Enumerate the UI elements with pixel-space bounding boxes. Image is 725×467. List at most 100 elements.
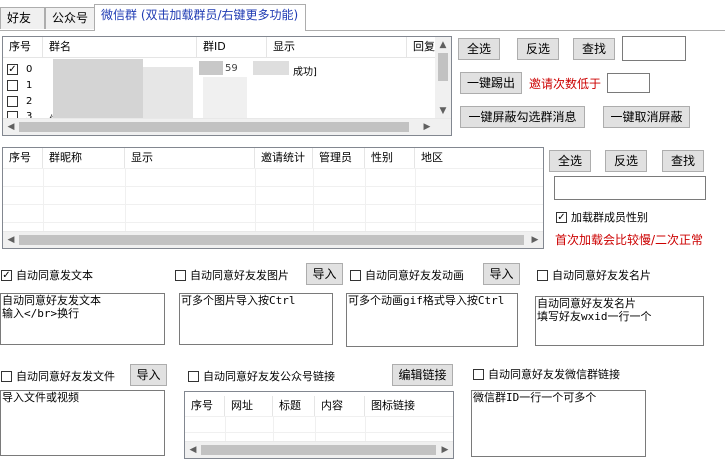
grid-line (225, 416, 226, 442)
unblock-all-button[interactable]: 一键取消屏蔽 (603, 106, 690, 128)
auto-official-link-label: 自动同意好友发公众号链接 (203, 370, 335, 383)
link-list[interactable]: 序号 网址 标题 内容 图标链接 ◀ ▶ (184, 391, 454, 459)
column-header-region[interactable]: 地区 (415, 148, 543, 168)
column-header-icon-link[interactable]: 图标链接 (365, 396, 453, 416)
scroll-right-icon[interactable]: ▶ (437, 442, 453, 458)
redacted-area (199, 61, 223, 75)
row-checkbox[interactable]: ✓ (7, 63, 18, 75)
auto-image-memo[interactable]: 可多个图片导入按Ctrl (179, 293, 333, 345)
scroll-left-icon[interactable]: ◀ (3, 232, 19, 248)
scroll-right-icon[interactable]: ▶ (527, 232, 543, 248)
column-header-gender[interactable]: 性别 (365, 148, 415, 168)
scroll-thumb[interactable] (201, 445, 436, 455)
column-header-url[interactable]: 网址 (225, 396, 273, 416)
column-header-invite-stats[interactable]: 邀请统计 (255, 148, 313, 168)
auto-text-checkbox[interactable]: ✓ 自动同意发文本 (1, 267, 93, 283)
auto-file-memo[interactable]: 导入文件或视频 (0, 390, 165, 456)
column-header-nickname[interactable]: 群昵称 (43, 148, 125, 168)
import-image-button[interactable]: 导入 (306, 263, 343, 285)
column-header-display[interactable]: 显示 (267, 37, 407, 57)
auto-official-link-checkbox[interactable]: 自动同意好友发公众号链接 (188, 368, 335, 384)
group-list[interactable]: 序号 群名 群ID 显示 回复 ✓ 0 59 成功] 1 2 3 信 ▲ ▼ ◀… (2, 36, 452, 136)
scroll-down-icon[interactable]: ▼ (435, 103, 451, 119)
tab-friends[interactable]: 好友 (0, 7, 45, 29)
auto-group-link-memo[interactable]: 微信群ID一行一个可多个 (471, 390, 646, 457)
auto-card-memo[interactable]: 自动同意好友发名片 填写好友wxid一行一个 (535, 296, 704, 346)
row-checkbox[interactable] (7, 95, 18, 107)
auto-animation-checkbox[interactable]: 自动同意好友发动画 (350, 267, 464, 283)
column-header-index[interactable]: 序号 (3, 37, 43, 57)
auto-group-link-checkbox[interactable]: 自动同意好友发微信群链接 (473, 366, 620, 382)
grid-line (3, 204, 543, 205)
checkbox-box[interactable] (188, 370, 199, 382)
column-header-group-name[interactable]: 群名 (43, 37, 197, 57)
edit-link-button[interactable]: 编辑链接 (392, 364, 453, 386)
checkbox-box[interactable] (1, 370, 12, 382)
member-find-button[interactable]: 查找 (662, 150, 704, 172)
scroll-thumb[interactable] (19, 122, 409, 132)
checkbox-box[interactable] (473, 368, 484, 380)
column-header-index[interactable]: 序号 (3, 148, 43, 168)
checkbox-box[interactable]: ✓ (556, 211, 567, 223)
import-animation-button[interactable]: 导入 (483, 263, 520, 285)
one-key-kick-button[interactable]: 一键踢出 (460, 72, 522, 94)
auto-image-checkbox[interactable]: 自动同意好友发图片 (175, 267, 289, 283)
load-note: 首次加载会比较慢/二次正常 (555, 233, 704, 247)
import-file-button[interactable]: 导入 (130, 364, 167, 386)
grid-line (273, 416, 274, 442)
checkbox-box[interactable] (350, 269, 361, 281)
row-checkbox[interactable] (7, 79, 18, 91)
auto-group-link-label: 自动同意好友发微信群链接 (488, 368, 620, 381)
tab-wechat-groups[interactable]: 微信群 (双击加载群员/右键更多功能) (94, 4, 306, 31)
auto-card-label: 自动同意好友发名片 (552, 269, 651, 282)
link-list-header: 序号 网址 标题 内容 图标链接 (185, 392, 453, 416)
group-search-input[interactable] (622, 36, 686, 61)
auto-animation-label: 自动同意好友发动画 (365, 269, 464, 282)
load-gender-label: 加载群成员性别 (571, 211, 648, 224)
column-header-title[interactable]: 标题 (273, 396, 315, 416)
auto-text-memo[interactable]: 自动同意好友发文本 输入</br>换行 (0, 293, 165, 345)
column-header-content[interactable]: 内容 (315, 396, 365, 416)
column-header-group-id[interactable]: 群ID (197, 37, 267, 57)
member-invert-button[interactable]: 反选 (605, 150, 647, 172)
group-invert-button[interactable]: 反选 (517, 38, 559, 60)
checkbox-box[interactable] (537, 269, 548, 281)
grid-line (3, 168, 543, 169)
group-list-horizontal-scrollbar[interactable]: ◀ ▶ (3, 118, 451, 135)
scroll-right-icon[interactable]: ▶ (419, 119, 435, 135)
column-header-admin[interactable]: 管理员 (313, 148, 365, 168)
scroll-thumb[interactable] (19, 235, 524, 245)
load-gender-checkbox[interactable]: ✓ 加载群成员性别 (556, 209, 648, 225)
grid-line (3, 186, 543, 187)
group-select-all-button[interactable]: 全选 (458, 38, 500, 60)
member-select-all-button[interactable]: 全选 (549, 150, 591, 172)
member-list[interactable]: 序号 群昵称 显示 邀请统计 管理员 性别 地区 ◀ ▶ (2, 147, 544, 249)
group-list-vertical-scrollbar[interactable]: ▲ ▼ (435, 37, 451, 119)
invite-threshold-input[interactable] (607, 73, 650, 93)
redacted-area (53, 59, 143, 121)
checkbox-box[interactable]: ✓ (1, 269, 12, 281)
scroll-left-icon[interactable]: ◀ (3, 119, 19, 135)
column-header-index[interactable]: 序号 (185, 396, 225, 416)
redacted-area (253, 61, 289, 75)
auto-animation-memo[interactable]: 可多个动画gif格式导入按Ctrl (346, 293, 518, 347)
redacted-area (143, 67, 193, 122)
scroll-up-icon[interactable]: ▲ (435, 37, 451, 53)
group-find-button[interactable]: 查找 (573, 38, 615, 60)
scroll-left-icon[interactable]: ◀ (185, 442, 201, 458)
member-list-horizontal-scrollbar[interactable]: ◀ ▶ (3, 231, 543, 248)
block-selected-groups-button[interactable]: 一键屏蔽勾选群消息 (460, 106, 585, 128)
checkbox-box[interactable] (175, 269, 186, 281)
row-index: 1 (26, 79, 33, 91)
member-list-header: 序号 群昵称 显示 邀请统计 管理员 性别 地区 (3, 148, 543, 168)
column-header-display[interactable]: 显示 (125, 148, 255, 168)
scroll-thumb[interactable] (438, 53, 448, 81)
tab-official-accounts[interactable]: 公众号 (45, 7, 95, 29)
grid-line (365, 416, 366, 442)
auto-file-checkbox[interactable]: 自动同意好友发文件 (1, 368, 115, 384)
grid-line (185, 416, 453, 417)
member-search-input[interactable] (554, 176, 706, 200)
row-index: 0 (26, 63, 33, 75)
auto-card-checkbox[interactable]: 自动同意好友发名片 (537, 267, 651, 283)
link-list-horizontal-scrollbar[interactable]: ◀ ▶ (185, 441, 453, 458)
